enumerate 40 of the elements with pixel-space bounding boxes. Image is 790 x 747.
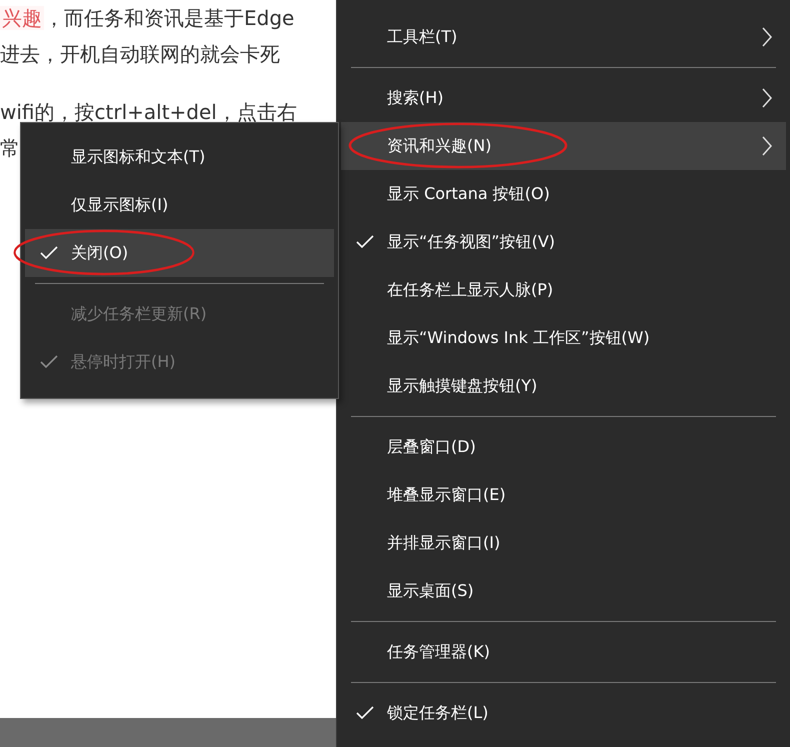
menu-item-label: 减少任务栏更新(R): [71, 304, 207, 324]
menu-item[interactable]: 资讯和兴趣(N): [341, 122, 786, 170]
menu-item-label: 工具栏(T): [387, 26, 458, 48]
menu-item-label: 搜索(H): [387, 88, 444, 108]
menu-item-label: 关闭(O): [71, 242, 128, 264]
menu-item[interactable]: 任务管理器(K): [341, 628, 786, 676]
menu-item-label: 显示触摸键盘按钮(Y): [387, 376, 538, 396]
menu-item[interactable]: 显示“任务视图”按钮(V): [341, 218, 786, 266]
menu-item-label: 堆叠显示窗口(E): [387, 484, 506, 506]
menu-item[interactable]: 显示 Cortana 按钮(O): [341, 170, 786, 218]
menu-item-label: 层叠窗口(D): [387, 436, 476, 458]
menu-item-label: 显示“Windows Ink 工作区”按钮(W): [387, 328, 650, 348]
menu-item-label: 显示“任务视图”按钮(V): [387, 232, 556, 252]
menu-item[interactable]: 显示“Windows Ink 工作区”按钮(W): [341, 314, 786, 362]
menu-item[interactable]: 仅显示图标(I): [25, 181, 334, 229]
menu-item-label: 在任务栏上显示人脉(P): [387, 280, 554, 300]
menu-item[interactable]: 工具栏(T): [341, 13, 786, 61]
menu-item[interactable]: 在任务栏上显示人脉(P): [341, 266, 786, 314]
menu-item-label: 显示图标和文本(T): [71, 146, 206, 168]
menu-item[interactable]: 堆叠显示窗口(E): [341, 471, 786, 519]
menu-item-label: 显示桌面(S): [387, 580, 474, 602]
menu-item-label: 悬停时打开(H): [71, 352, 176, 372]
menu-item-label: 资讯和兴趣(N): [387, 136, 492, 156]
menu-item-label: 仅显示图标(I): [71, 194, 168, 216]
menu-item[interactable]: 锁定任务栏(L): [341, 689, 786, 737]
menu-item[interactable]: 显示图标和文本(T): [25, 133, 334, 181]
menu-item[interactable]: 搜索(H): [341, 74, 786, 122]
article-text: 常: [0, 135, 20, 162]
menu-item-label: 并排显示窗口(I): [387, 532, 500, 554]
menu-item-label: 任务管理器(K): [387, 642, 490, 662]
menu-item-label: 锁定任务栏(L): [387, 702, 488, 724]
menu-item[interactable]: 显示触摸键盘按钮(Y): [341, 362, 786, 410]
menu-item[interactable]: 显示桌面(S): [341, 567, 786, 615]
menu-item-label: 显示 Cortana 按钮(O): [387, 184, 550, 204]
menu-item[interactable]: 层叠窗口(D): [341, 423, 786, 471]
article-text: 进去，开机自动联网的就会卡死: [0, 41, 280, 68]
menu-item[interactable]: 关闭(O): [25, 229, 334, 277]
menu-item[interactable]: 并排显示窗口(I): [341, 519, 786, 567]
article-text: 兴趣，而任务和资讯是基于Edge: [0, 5, 294, 32]
article-text: wifi的，按ctrl+alt+del，点击右: [0, 99, 297, 126]
